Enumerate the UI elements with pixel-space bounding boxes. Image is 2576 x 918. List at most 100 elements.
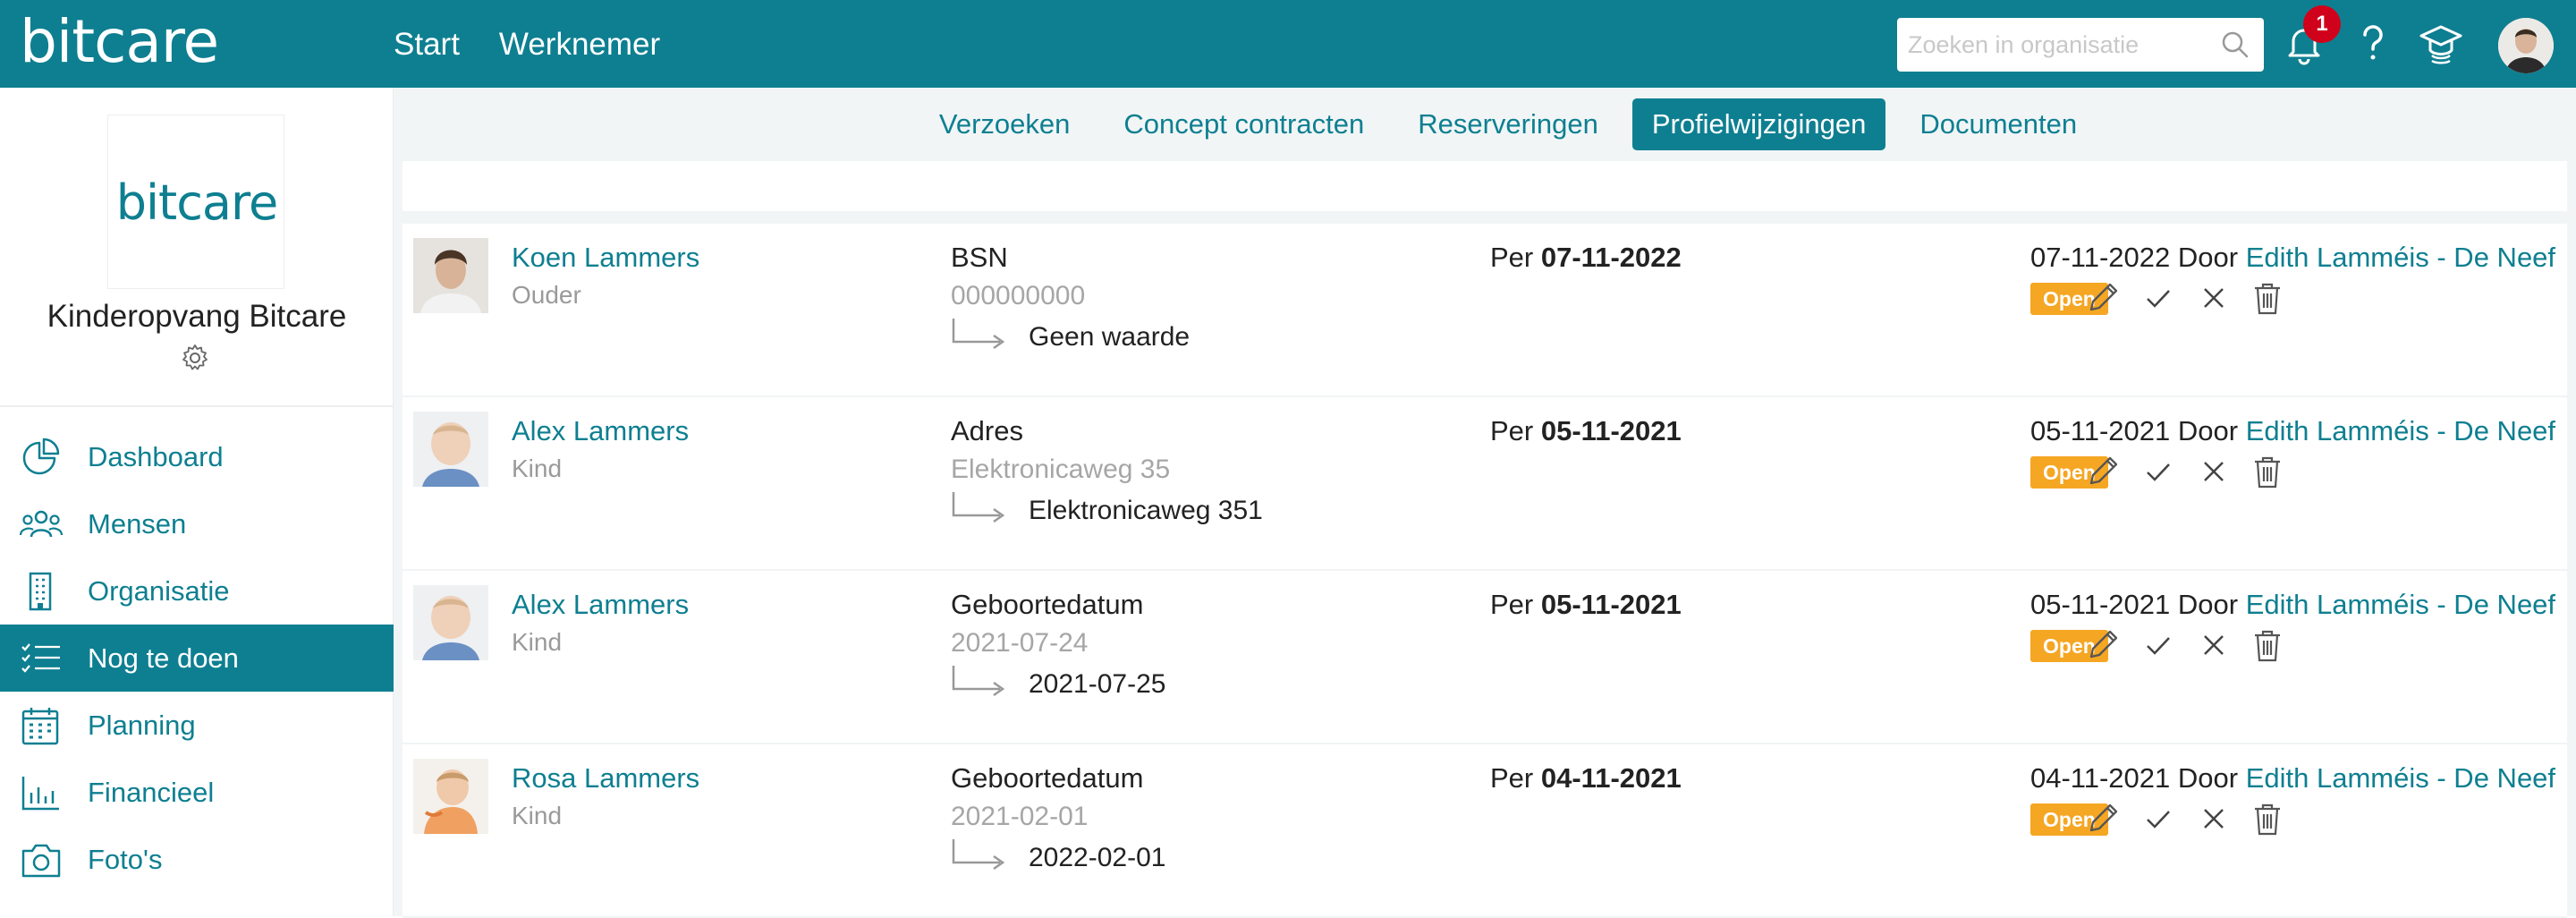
nav-werknemer[interactable]: Werknemer [499, 27, 660, 63]
submitted-by-link[interactable]: Edith Lamméis - De Neef [2246, 242, 2555, 273]
help-icon[interactable] [2350, 20, 2396, 66]
organisation-logo: bitcare [107, 115, 284, 289]
arrow-right-icon [952, 666, 1005, 697]
trash-icon[interactable] [2249, 453, 2286, 490]
pencil-icon[interactable] [2084, 279, 2122, 317]
people-icon [20, 510, 63, 538]
person-name-link[interactable]: Alex Lammers [512, 415, 689, 447]
submitted-info: 07-11-2022 Door Edith Lamméis - De Neef [2030, 242, 2555, 274]
person-role: Kind [512, 628, 563, 656]
arrow-right-icon [952, 839, 1005, 871]
user-avatar[interactable] [2498, 18, 2554, 73]
gear-icon[interactable] [179, 342, 211, 374]
submitted-by-link[interactable]: Edith Lamméis - De Neef [2246, 589, 2555, 620]
changed-field: Adres [951, 415, 1023, 446]
list-item: Alex Lammers Kind Adres Elektronicaweg 3… [402, 397, 2567, 571]
tab-reserveringen[interactable]: Reserveringen [1398, 98, 1618, 150]
old-value: 2021-07-24 [951, 628, 1089, 658]
per-date: 05-11-2021 [1540, 589, 1682, 620]
person-name-link[interactable]: Alex Lammers [512, 589, 689, 621]
sidebar-item-nog-te-doen[interactable]: Nog te doen [0, 625, 394, 692]
main-content: Verzoeken Concept contracten Reservering… [394, 88, 2576, 918]
change-list: Koen Lammers Ouder BSN 000000000 Geen wa… [402, 224, 2567, 918]
graduation-cap-icon[interactable] [2418, 20, 2464, 66]
close-icon[interactable] [2195, 800, 2233, 837]
new-value: Elektronicaweg 351 [1029, 496, 1263, 525]
old-value: Elektronicaweg 35 [951, 455, 1171, 484]
organisation-name: Kinderopvang Bitcare [47, 299, 347, 334]
calendar-icon [21, 708, 59, 745]
trash-icon[interactable] [2249, 800, 2286, 837]
door-label: Door [2177, 415, 2239, 446]
per-label: Per [1490, 242, 1534, 273]
effective-date: Per 04-11-2021 [1490, 762, 1682, 795]
trash-icon[interactable] [2249, 279, 2286, 317]
sidebar-divider [0, 405, 394, 407]
sidebar-item-financieel[interactable]: Financieel [0, 759, 394, 826]
app-logo[interactable]: bitcare [20, 11, 219, 73]
search-input[interactable] [1908, 27, 2212, 63]
sidebar-item-mensen[interactable]: Mensen [0, 490, 394, 557]
search-icon[interactable] [2221, 30, 2250, 59]
per-date: 07-11-2022 [1540, 242, 1682, 273]
sidebar: bitcare Kinderopvang Bitcare Dashboard M… [0, 88, 394, 916]
pencil-icon[interactable] [2084, 800, 2122, 837]
effective-date: Per 05-11-2021 [1490, 589, 1682, 621]
submitted-date: 04-11-2021 [2030, 762, 2171, 794]
submitted-info: 04-11-2021 Door Edith Lamméis - De Neef [2030, 762, 2555, 795]
new-value: 2022-02-01 [1029, 843, 1166, 872]
per-label: Per [1490, 762, 1534, 794]
check-icon[interactable] [2140, 800, 2177, 837]
submitted-info: 05-11-2021 Door Edith Lamméis - De Neef [2030, 589, 2555, 621]
list-item: Alex Lammers Kind Geboortedatum 2021-07-… [402, 571, 2567, 744]
check-icon[interactable] [2140, 626, 2177, 664]
sidebar-item-organisatie[interactable]: Organisatie [0, 557, 394, 625]
tab-documenten[interactable]: Documenten [1900, 98, 2097, 150]
per-date: 05-11-2021 [1540, 415, 1682, 446]
sidebar-item-label: Foto's [88, 844, 163, 875]
per-date: 04-11-2021 [1540, 762, 1682, 794]
building-icon [29, 572, 52, 611]
new-value: 2021-07-25 [1029, 669, 1166, 699]
nav-start[interactable]: Start [394, 27, 460, 63]
sidebar-item-fotos[interactable]: Foto's [0, 826, 394, 893]
submitted-by-link[interactable]: Edith Lamméis - De Neef [2246, 415, 2555, 446]
person-name-link[interactable]: Koen Lammers [512, 242, 699, 274]
person-photo [413, 585, 488, 660]
trash-icon[interactable] [2249, 626, 2286, 664]
search-box [1897, 18, 2264, 72]
sidebar-item-label: Mensen [88, 508, 187, 540]
check-icon[interactable] [2140, 453, 2177, 490]
sidebar-item-label: Financieel [88, 777, 215, 808]
pencil-icon[interactable] [2084, 453, 2122, 490]
tab-verzoeken[interactable]: Verzoeken [919, 98, 1090, 150]
old-value: 000000000 [951, 281, 1086, 310]
tab-profielwijzigingen[interactable]: Profielwijzigingen [1631, 98, 1886, 150]
per-label: Per [1490, 589, 1534, 620]
notification-badge: 1 [2303, 5, 2341, 43]
sidebar-item-dashboard[interactable]: Dashboard [0, 423, 394, 490]
submitted-date: 07-11-2022 [2030, 242, 2171, 273]
submitted-by-link[interactable]: Edith Lamméis - De Neef [2246, 762, 2555, 794]
effective-date: Per 05-11-2021 [1490, 415, 1682, 447]
door-label: Door [2177, 242, 2239, 273]
door-label: Door [2177, 589, 2239, 620]
arrow-right-icon [952, 319, 1005, 350]
person-role: Kind [512, 455, 563, 482]
new-value: Geen waarde [1029, 322, 1191, 352]
sidebar-item-label: Organisatie [88, 575, 230, 607]
check-icon[interactable] [2140, 279, 2177, 317]
tab-concept-contracten[interactable]: Concept contracten [1104, 98, 1384, 150]
per-label: Per [1490, 415, 1534, 446]
submitted-date: 05-11-2021 [2030, 415, 2171, 446]
person-name-link[interactable]: Rosa Lammers [512, 762, 699, 795]
close-icon[interactable] [2195, 453, 2233, 490]
person-role: Kind [512, 802, 563, 829]
changed-field: Geboortedatum [951, 589, 1144, 620]
pencil-icon[interactable] [2084, 626, 2122, 664]
person-photo [413, 238, 488, 313]
close-icon[interactable] [2195, 626, 2233, 664]
close-icon[interactable] [2195, 279, 2233, 317]
sidebar-item-planning[interactable]: Planning [0, 692, 394, 759]
changed-field: Geboortedatum [951, 762, 1144, 794]
